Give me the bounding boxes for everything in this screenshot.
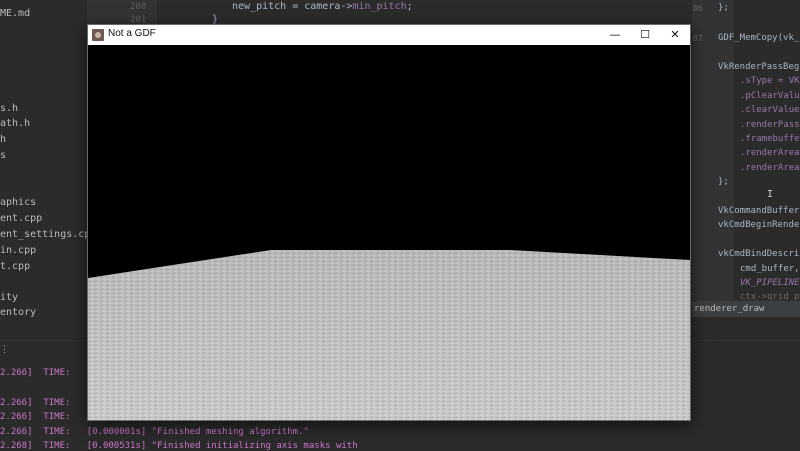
code-line: cmd_buffer,	[740, 264, 800, 274]
maximize-icon: ☐	[640, 28, 650, 41]
close-button[interactable]: ✕	[660, 25, 690, 45]
code-line: };	[718, 177, 729, 187]
code-line: .renderArea.	[740, 163, 800, 173]
code-line: .sType = VK_	[740, 76, 800, 86]
code-text: new_pitch = camera->	[232, 1, 353, 12]
sidebar-item[interactable]: in.cpp	[0, 245, 36, 256]
app-icon	[92, 29, 104, 41]
code-line: new_pitch = camera->min_pitch;	[232, 1, 413, 12]
sidebar-item[interactable]: ath.h	[0, 118, 30, 129]
sidebar-item[interactable]: h	[0, 134, 6, 145]
code-line: VkCommandBuffer	[718, 206, 800, 216]
text-cursor-icon: I	[767, 189, 774, 200]
render-viewport[interactable]	[88, 45, 690, 420]
code-line: .framebuffer	[740, 134, 800, 144]
code-text: ;	[406, 1, 413, 12]
code-line: .renderPass	[740, 120, 800, 130]
line-number: 200	[130, 2, 147, 12]
sidebar-item[interactable]: ity	[0, 292, 18, 303]
app-window[interactable]: Not a GDF — ☐ ✕	[87, 24, 691, 421]
close-icon: ✕	[670, 28, 680, 41]
sidebar-item[interactable]: entory	[0, 307, 36, 318]
sidebar-item[interactable]: ent.cpp	[0, 213, 42, 224]
project-sidebar: ME.md s.h ath.h h s aphics ent.cpp ent_s…	[0, 0, 96, 340]
code-line: .pClearValue	[740, 91, 800, 101]
code-line: .renderArea.	[740, 148, 800, 158]
line-number: 87	[693, 34, 703, 43]
code-line: vkCmdBindDescrip	[718, 249, 800, 259]
window-title: Not a GDF	[108, 28, 156, 39]
sidebar-item[interactable]: aphics	[0, 197, 36, 208]
log-line: 2.266] TIME: [0.000001s] "Finished meshi…	[0, 427, 309, 437]
code-line: VK_PIPELINE_	[740, 278, 800, 288]
more-options-icon[interactable]: ⋮	[0, 345, 9, 355]
terrain-plane	[88, 250, 690, 420]
code-line: vkCmdBeginRender	[718, 220, 800, 230]
code-line: VkRenderPassBegi	[718, 62, 800, 72]
sidebar-item[interactable]: ent_settings.cpp	[0, 229, 96, 240]
code-line: GDF_MemCopy(vk_	[718, 33, 800, 43]
sidebar-item[interactable]: t.cpp	[0, 261, 30, 272]
sidebar-item[interactable]: s	[0, 150, 6, 161]
code-line: };	[718, 3, 729, 13]
code-line: .clearValueC	[740, 105, 800, 115]
minimize-button[interactable]: —	[600, 25, 630, 45]
line-number: 86	[693, 4, 703, 13]
maximize-button[interactable]: ☐	[630, 25, 660, 45]
sidebar-item[interactable]: s.h	[0, 103, 18, 114]
sidebar-item[interactable]: ME.md	[0, 8, 30, 19]
breadcrumb[interactable]: renderer_draw	[692, 300, 800, 317]
code-member: min_pitch	[352, 1, 407, 12]
minimize-icon: —	[609, 28, 621, 41]
window-titlebar[interactable]: Not a GDF — ☐ ✕	[88, 25, 690, 45]
